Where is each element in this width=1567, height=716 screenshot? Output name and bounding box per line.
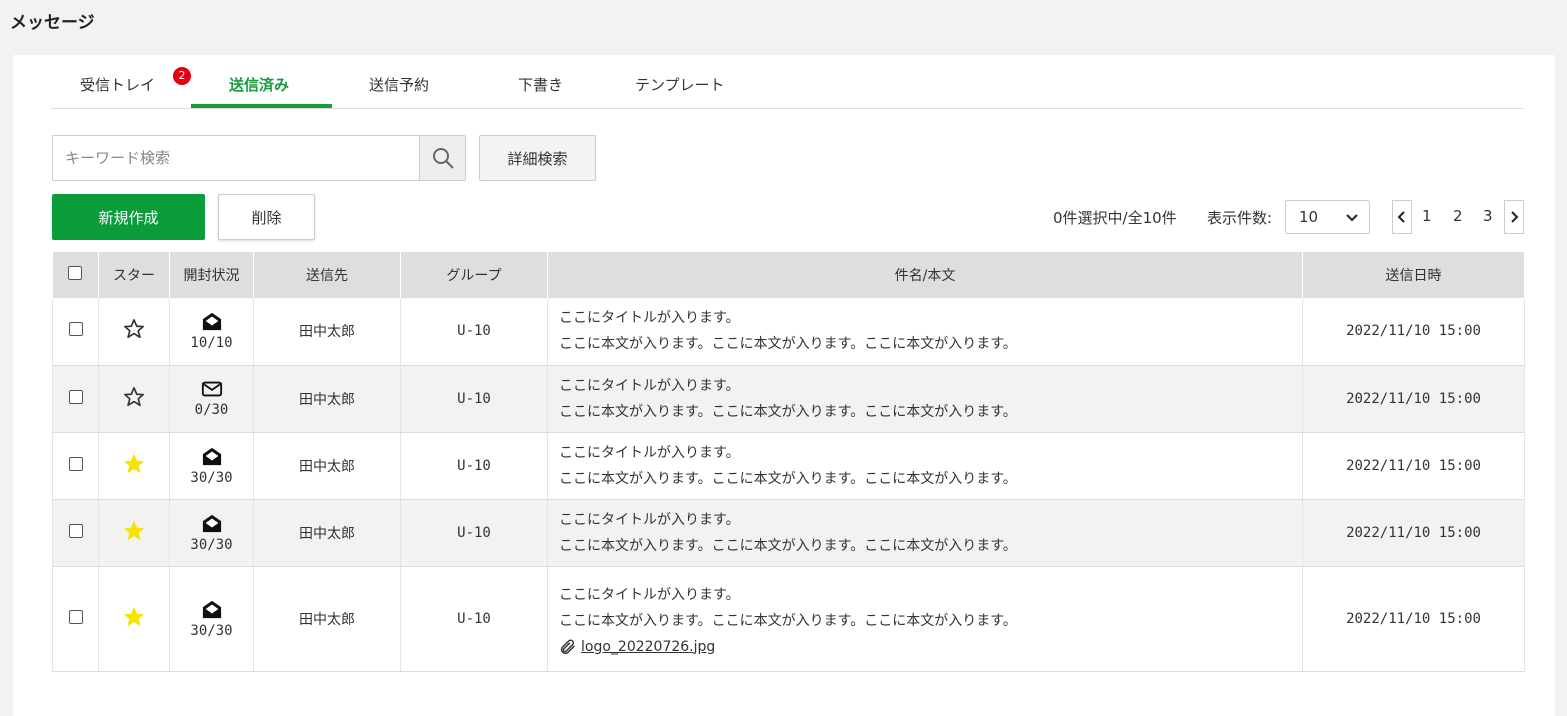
new-message-button[interactable]: 新規作成 — [52, 194, 205, 240]
row-checkbox[interactable] — [68, 322, 83, 337]
page-1[interactable]: 1 — [1422, 207, 1432, 225]
subject-cell[interactable]: ここにタイトルが入ります。 ここに本文が入ります。ここに本文が入ります。ここに本… — [547, 365, 1303, 433]
page-3[interactable]: 3 — [1483, 207, 1493, 225]
row-checkbox[interactable] — [68, 523, 83, 538]
attachment-link[interactable]: logo_20220726.jpg — [581, 639, 715, 655]
star-filled-icon[interactable] — [123, 606, 145, 628]
star-filled-icon[interactable] — [123, 453, 145, 475]
message-body: ここに本文が入ります。ここに本文が入ります。ここに本文が入ります。 — [559, 537, 1017, 554]
advanced-search-button[interactable]: 詳細検索 — [479, 135, 596, 181]
group-cell: U-10 — [400, 298, 548, 366]
row-checkbox[interactable] — [68, 609, 83, 624]
selection-count: 0件選択中/全10件 — [1053, 209, 1177, 227]
message-body: ここに本文が入ります。ここに本文が入ります。ここに本文が入ります。 — [559, 470, 1017, 487]
group-cell: U-10 — [400, 566, 548, 672]
search-icon — [432, 148, 454, 169]
search-input[interactable] — [53, 136, 420, 180]
group-cell: U-10 — [400, 365, 548, 433]
table-row[interactable]: 30/30 田中太郎 U-10 ここにタイトルが入ります。 ここに本文が入ります… — [52, 499, 1525, 567]
select-all-checkbox[interactable] — [68, 266, 83, 280]
tab-inbox[interactable]: 受信トレイ — [80, 74, 155, 95]
message-title: ここにタイトルが入ります。 — [559, 511, 740, 528]
header-star: スター — [98, 252, 170, 298]
header-subject: 件名/本文 — [547, 252, 1303, 298]
open-count: 30/30 — [190, 469, 233, 486]
header-sent-at: 送信日時 — [1302, 252, 1525, 298]
chevron-down-icon — [1346, 214, 1358, 222]
search-button[interactable] — [419, 136, 465, 180]
open-count: 10/10 — [190, 335, 233, 352]
header-recipient: 送信先 — [253, 252, 401, 298]
sent-at-cell: 2022/11/10 15:00 — [1302, 365, 1525, 433]
message-body: ここに本文が入ります。ここに本文が入ります。ここに本文が入ります。 — [559, 612, 1017, 629]
delete-button[interactable]: 削除 — [218, 194, 315, 240]
message-title: ここにタイトルが入ります。 — [559, 586, 740, 603]
main-panel: 受信トレイ 2 送信済み 送信予約 下書き テンプレート 詳細検索 新規作成 削… — [13, 55, 1555, 716]
sent-at-cell: 2022/11/10 15:00 — [1302, 298, 1525, 366]
per-page-value: 10 — [1299, 208, 1319, 226]
subject-cell[interactable]: ここにタイトルが入ります。 ここに本文が入ります。ここに本文が入ります。ここに本… — [547, 432, 1303, 500]
select-all-header — [52, 252, 99, 298]
active-tab-indicator — [191, 104, 332, 108]
table-row[interactable]: 0/30 田中太郎 U-10 ここにタイトルが入ります。 ここに本文が入ります。… — [52, 365, 1525, 433]
envelope-open-icon — [202, 514, 221, 532]
recipient-cell: 田中太郎 — [253, 365, 401, 433]
inbox-unread-badge: 2 — [173, 67, 191, 85]
message-title: ここにタイトルが入ります。 — [559, 310, 740, 327]
per-page-label: 表示件数: — [1207, 209, 1273, 227]
subject-cell[interactable]: ここにタイトルが入ります。 ここに本文が入ります。ここに本文が入ります。ここに本… — [547, 566, 1303, 672]
envelope-open-icon — [202, 447, 221, 465]
message-body: ここに本文が入ります。ここに本文が入ります。ここに本文が入ります。 — [559, 336, 1017, 353]
group-cell: U-10 — [400, 432, 548, 500]
row-checkbox[interactable] — [68, 456, 83, 471]
recipient-cell: 田中太郎 — [253, 298, 401, 366]
message-title: ここにタイトルが入ります。 — [559, 444, 740, 461]
tab-bar: 受信トレイ 2 送信済み 送信予約 下書き テンプレート — [51, 55, 1524, 109]
attachment: logo_20220726.jpg — [559, 638, 1302, 656]
star-filled-icon[interactable] — [123, 520, 145, 542]
open-count: 30/30 — [190, 536, 233, 553]
table-row[interactable]: 30/30 田中太郎 U-10 ここにタイトルが入ります。 ここに本文が入ります… — [52, 432, 1525, 500]
row-checkbox[interactable] — [68, 389, 83, 404]
envelope-closed-icon — [201, 381, 222, 396]
star-outline-icon[interactable] — [123, 318, 145, 340]
tab-drafts[interactable]: 下書き — [518, 74, 563, 95]
subject-cell[interactable]: ここにタイトルが入ります。 ここに本文が入ります。ここに本文が入ります。ここに本… — [547, 298, 1303, 366]
header-open-status: 開封状況 — [169, 252, 254, 298]
star-outline-icon[interactable] — [123, 386, 145, 408]
open-count: 30/30 — [190, 622, 233, 639]
search-box — [52, 135, 466, 181]
tab-templates[interactable]: テンプレート — [635, 74, 725, 95]
per-page-select[interactable]: 10 — [1285, 200, 1370, 234]
header-group: グループ — [400, 252, 548, 298]
tab-sent[interactable]: 送信済み — [229, 74, 289, 95]
prev-page-button[interactable] — [1392, 200, 1412, 234]
page-title: メッセージ — [10, 13, 95, 33]
recipient-cell: 田中太郎 — [253, 499, 401, 567]
message-table: スター 開封状況 送信先 グループ 件名/本文 送信日時 10/10 田中太郎 … — [52, 252, 1525, 672]
table-row[interactable]: 10/10 田中太郎 U-10 ここにタイトルが入ります。 ここに本文が入ります… — [52, 298, 1525, 366]
message-body: ここに本文が入ります。ここに本文が入ります。ここに本文が入ります。 — [559, 403, 1017, 420]
tab-scheduled[interactable]: 送信予約 — [369, 74, 429, 95]
group-cell: U-10 — [400, 499, 548, 567]
recipient-cell: 田中太郎 — [253, 432, 401, 500]
recipient-cell: 田中太郎 — [253, 566, 401, 672]
envelope-open-icon — [202, 600, 221, 618]
sent-at-cell: 2022/11/10 15:00 — [1302, 432, 1525, 500]
sent-at-cell: 2022/11/10 15:00 — [1302, 499, 1525, 567]
paperclip-icon — [560, 638, 575, 654]
chevron-right-icon — [1511, 211, 1519, 223]
message-title: ここにタイトルが入ります。 — [559, 377, 740, 394]
subject-cell[interactable]: ここにタイトルが入ります。 ここに本文が入ります。ここに本文が入ります。ここに本… — [547, 499, 1303, 567]
table-header-row: スター 開封状況 送信先 グループ 件名/本文 送信日時 — [52, 252, 1525, 298]
page-2[interactable]: 2 — [1453, 207, 1463, 225]
next-page-button[interactable] — [1504, 200, 1524, 234]
envelope-open-icon — [202, 313, 221, 331]
open-count: 0/30 — [194, 401, 229, 418]
sent-at-cell: 2022/11/10 15:00 — [1302, 566, 1525, 672]
chevron-left-icon — [1397, 211, 1405, 223]
table-row[interactable]: 30/30 田中太郎 U-10 ここにタイトルが入ります。 ここに本文が入ります… — [52, 566, 1525, 672]
